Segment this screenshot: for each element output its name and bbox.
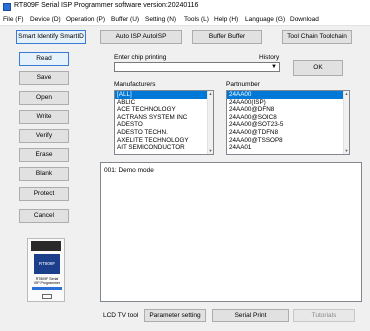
list-item[interactable]: 24AA00@TDFN8: [227, 129, 349, 137]
scroll-up-icon[interactable]: ▲: [208, 91, 213, 97]
manufacturers-scrollbar[interactable]: ▲ ▼: [207, 91, 213, 154]
programmer-device-image: RT809F RT809F Serial ISP Programmer: [27, 238, 65, 302]
list-item[interactable]: 24AA00@DFN8: [227, 106, 349, 114]
partnumber-label: Partnumber: [226, 81, 260, 88]
list-item[interactable]: AIT SEMICONDUCTOR: [115, 144, 213, 152]
device-brand-logo: RT809F: [34, 254, 60, 274]
log-line: 001: Demo mode: [104, 167, 154, 174]
open-button[interactable]: Open: [19, 91, 69, 105]
menu-bar: File (F) Device (D) Operation (P) Buffer…: [0, 14, 370, 26]
save-button[interactable]: Save: [19, 71, 69, 85]
scroll-down-icon[interactable]: ▼: [208, 148, 213, 154]
device-stripe: [32, 287, 62, 290]
list-item[interactable]: ACE TECHNOLOGY: [115, 106, 213, 114]
menu-setting[interactable]: Setting (N): [145, 16, 176, 23]
chip-printing-label: Enter chip printing: [114, 54, 167, 61]
tool-chain-button[interactable]: Tool Chain Toolchain: [282, 30, 352, 44]
parameter-setting-button[interactable]: Parameter setting: [144, 309, 206, 322]
cancel-button[interactable]: Cancel: [19, 209, 69, 223]
manufacturers-label: Manufacturers: [114, 81, 156, 88]
list-item[interactable]: ACTRANS SYSTEM INC: [115, 114, 213, 122]
lcd-tv-tool-label: LCD TV tool: [103, 312, 139, 319]
read-button[interactable]: Read: [19, 52, 69, 66]
app-icon: [3, 3, 11, 11]
manufacturers-list[interactable]: [ALL] ABLIC ACE TECHNOLOGY ACTRANS SYSTE…: [114, 90, 214, 155]
list-item[interactable]: [ALL]: [115, 91, 213, 99]
tutorials-button[interactable]: Tutorials: [293, 309, 355, 322]
scroll-up-icon[interactable]: ▲: [344, 91, 349, 97]
menu-download[interactable]: Download: [290, 16, 319, 23]
list-item[interactable]: 24AA00@SOIC8: [227, 114, 349, 122]
partnumber-scrollbar[interactable]: ▲ ▼: [343, 91, 349, 154]
list-item[interactable]: 24AA00@SOT23-5: [227, 121, 349, 129]
blank-button[interactable]: Blank: [19, 167, 69, 181]
partnumber-list[interactable]: 24AA00 24AA00(ISP) 24AA00@DFN8 24AA00@SO…: [226, 90, 350, 155]
device-caption-2: ISP Programmer: [34, 281, 60, 285]
list-item[interactable]: ADESTO TECHN.: [115, 129, 213, 137]
usb-port: [42, 294, 52, 299]
menu-file[interactable]: File (F): [3, 16, 24, 23]
write-button[interactable]: Write: [19, 110, 69, 124]
smart-identify-button[interactable]: Smart Identify SmartID: [16, 30, 86, 44]
menu-buffer[interactable]: Buffer (U): [111, 16, 139, 23]
menu-language[interactable]: Language (G): [245, 16, 285, 23]
list-item[interactable]: ADESTO: [115, 121, 213, 129]
verify-button[interactable]: Verify: [19, 129, 69, 143]
buffer-button[interactable]: Buffer Buffer: [192, 30, 262, 44]
chevron-down-icon[interactable]: ▼: [269, 63, 279, 71]
menu-device[interactable]: Device (D): [30, 16, 61, 23]
scroll-down-icon[interactable]: ▼: [344, 148, 349, 154]
window-title: RT809F Serial ISP Programmer software ve…: [14, 2, 199, 9]
log-output[interactable]: 001: Demo mode: [100, 162, 362, 302]
protect-button[interactable]: Protect: [19, 187, 69, 201]
auto-isp-button[interactable]: Auto ISP AutoISP: [100, 30, 182, 44]
list-item[interactable]: ABLIC: [115, 99, 213, 107]
list-item[interactable]: 24AA00: [227, 91, 349, 99]
serial-print-button[interactable]: Serial Print: [212, 309, 289, 322]
menu-operation[interactable]: Operation (P): [66, 16, 105, 23]
chip-socket: [31, 241, 61, 251]
ok-button[interactable]: OK: [293, 60, 343, 76]
title-bar: RT809F Serial ISP Programmer software ve…: [0, 0, 370, 14]
history-label: History: [259, 54, 280, 61]
list-item[interactable]: 24AA00(ISP): [227, 99, 349, 107]
erase-button[interactable]: Erase: [19, 148, 69, 162]
menu-tools[interactable]: Tools (L): [184, 16, 209, 23]
list-item[interactable]: 24AA00@TSSOP8: [227, 137, 349, 145]
menu-help[interactable]: Help (H): [214, 16, 238, 23]
chip-printing-combo[interactable]: ▼: [114, 62, 280, 72]
list-item[interactable]: 24AA01: [227, 144, 349, 152]
list-item[interactable]: AXELITE TECHNOLOGY: [115, 137, 213, 145]
